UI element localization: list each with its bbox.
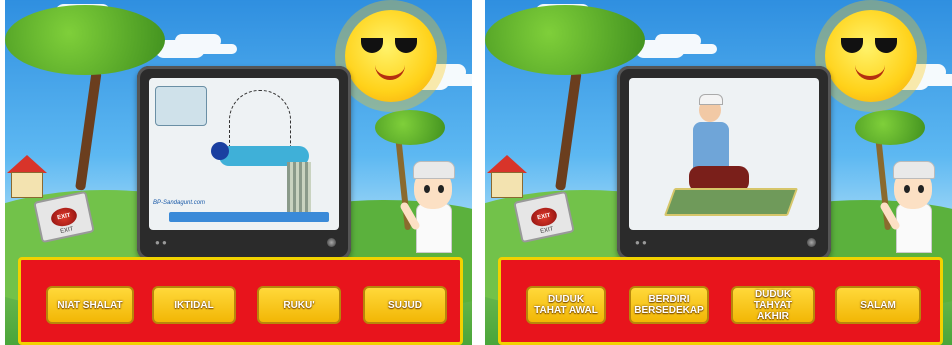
option-duduk-tahyat-akhir-button[interactable]: DUDUK TAHYAT AKHIR: [731, 286, 815, 324]
sun-character: [825, 10, 917, 102]
tv-knob: [327, 238, 336, 247]
hands-inset: [155, 86, 207, 126]
ruku-head: [211, 142, 229, 160]
option-berdiri-bersedekap-button[interactable]: BERDIRI BERSEDEKAP: [629, 286, 709, 324]
tree-trunk: [75, 70, 102, 191]
tree-trunk: [555, 70, 582, 191]
option-duduk-tahat-awal-button[interactable]: DUDUK TAHAT AWAL: [526, 286, 606, 324]
tv-knob: [807, 238, 816, 247]
image-credit: BP-Sandagunt.com: [153, 200, 206, 206]
house-roof: [7, 155, 47, 173]
ruku-legs: [287, 162, 311, 212]
tv-frame: ● ●: [617, 66, 831, 260]
tv-indicator-dots: ● ●: [635, 238, 647, 247]
sitting-body: [693, 122, 729, 172]
tree-crown: [5, 5, 165, 75]
sun-smile: [375, 62, 405, 80]
answer-options-bar: DUDUK TAHAT AWAL BERDIRI BERSEDEKAP DUDU…: [498, 257, 943, 345]
option-ruku-button[interactable]: RUKU': [257, 286, 341, 324]
option-iktidal-button[interactable]: IKTIDAL: [152, 286, 236, 324]
option-sujud-button[interactable]: SUJUD: [363, 286, 447, 324]
option-niat-shalat-button[interactable]: NIAT SHALAT: [46, 286, 134, 324]
tv-screen: BP-Sandagunt.com: [149, 78, 339, 230]
right-game-panel: EXIT EXIT ● ● DUDUK TAHAT AWAL BERDIRI B…: [485, 0, 952, 345]
sun-smile: [855, 62, 885, 80]
tv-indicator-dots: ● ●: [155, 238, 167, 247]
tv-screen: [629, 78, 819, 230]
tree-crown: [485, 5, 645, 75]
house-icon: [491, 172, 523, 198]
sitting-cap: [699, 94, 723, 105]
house-icon: [11, 172, 43, 198]
left-game-panel: EXIT EXIT BP-Sandagunt.com ● ● NIAT SHAL…: [5, 0, 472, 345]
palm-leaves: [375, 110, 445, 145]
option-salam-button[interactable]: SALAM: [835, 286, 921, 324]
house-roof: [487, 155, 527, 173]
tv-frame: BP-Sandagunt.com ● ●: [137, 66, 351, 260]
prayer-mat: [169, 212, 329, 222]
outline-figure: [229, 90, 291, 152]
answer-options-bar: NIAT SHALAT IKTIDAL RUKU' SUJUD: [18, 257, 463, 345]
palm-leaves: [855, 110, 925, 145]
sun-character: [345, 10, 437, 102]
prayer-mat: [663, 188, 799, 216]
